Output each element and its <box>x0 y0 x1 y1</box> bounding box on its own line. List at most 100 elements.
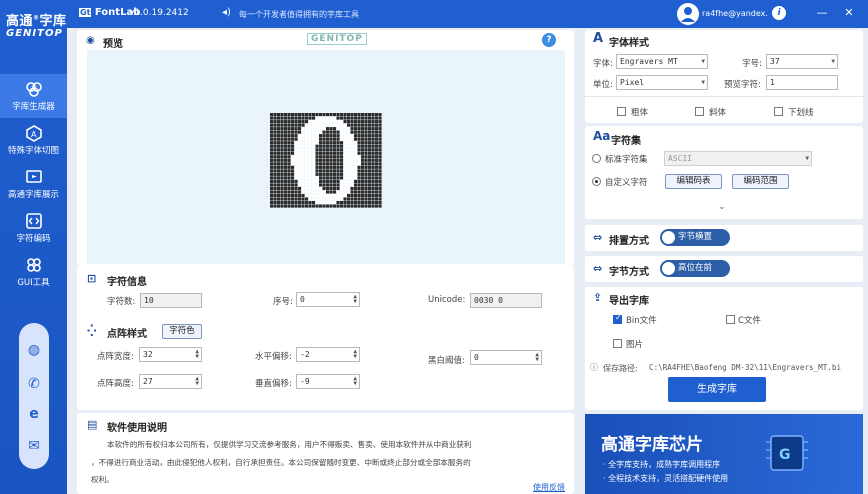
underline-checkbox[interactable] <box>774 107 783 116</box>
dot-on <box>298 169 302 173</box>
dot-on <box>347 176 351 180</box>
dot-off <box>354 123 358 127</box>
dot-on <box>347 148 351 152</box>
spin-arrows-icon[interactable]: ▲ ▼ <box>195 376 199 387</box>
spin-arrows-icon[interactable]: ▲ ▼ <box>353 349 357 360</box>
sidebar-item-special-font[interactable]: A 特殊字体切图 <box>0 118 67 162</box>
sidebar-item-char-encoding[interactable]: 字符编码 <box>0 206 67 250</box>
layout-toggle[interactable]: 字节横置 <box>660 229 730 246</box>
dot-height-stepper[interactable]: 27 ▲ ▼ <box>139 374 202 389</box>
font-select[interactable]: Engravers MT ▼ <box>616 54 708 69</box>
standard-charset-radio[interactable] <box>592 154 601 163</box>
size-select[interactable]: 37 ▼ <box>766 54 838 69</box>
dot-off <box>273 165 277 169</box>
spin-arrows-icon[interactable]: ▲ ▼ <box>353 376 357 387</box>
dot-off <box>333 127 337 131</box>
avatar[interactable] <box>677 3 699 25</box>
phone-icon[interactable]: ✆ <box>25 375 43 393</box>
dot-off <box>298 127 302 131</box>
dot-off <box>364 130 368 134</box>
dot-off <box>361 162 365 166</box>
dot-off <box>287 141 291 145</box>
dot-off <box>305 113 309 117</box>
dot-off <box>329 169 333 173</box>
dot-off <box>277 151 281 155</box>
dot-on <box>326 193 330 198</box>
dot-on <box>315 141 319 145</box>
dot-off <box>333 176 337 180</box>
custom-charset-radio[interactable] <box>592 177 601 186</box>
italic-checkbox[interactable] <box>695 107 704 116</box>
minimize-button[interactable]: — <box>815 6 829 20</box>
dot-off <box>329 127 333 131</box>
bin-file-checkbox[interactable] <box>613 313 622 324</box>
dot-off <box>270 169 274 173</box>
font-label: 字体: <box>593 59 613 69</box>
preview-char-input[interactable]: 1 <box>766 75 838 90</box>
image-checkbox[interactable] <box>613 339 622 348</box>
h-offset-stepper[interactable]: -2 ▲ ▼ <box>296 347 360 362</box>
dot-on <box>308 197 312 201</box>
c-file-checkbox[interactable] <box>726 315 735 324</box>
dot-on <box>329 120 333 124</box>
double-chevron-down-icon[interactable]: ⌄ <box>718 202 726 212</box>
sidebar-item-font-display[interactable]: 高通字库展示 <box>0 162 67 206</box>
spin-arrows-icon[interactable]: ▲ ▼ <box>353 294 357 305</box>
dot-off <box>319 179 323 183</box>
chip-ad-banner[interactable]: 高通字库芯片 · 全字库支持，成熟字库调用程序 · 全程技术支持，灵活搭配硬件使… <box>585 414 863 494</box>
chevron-down-icon[interactable]: ▼ <box>701 59 705 65</box>
dot-off <box>287 120 291 124</box>
edit-code-table-button[interactable]: 编辑码表 <box>665 174 722 189</box>
document-icon: ▤ <box>87 418 98 431</box>
dot-off <box>364 116 368 120</box>
dot-off <box>357 130 361 134</box>
index-label: 序号: <box>273 297 293 307</box>
dot-off <box>298 130 302 134</box>
browser-icon[interactable]: e <box>25 405 43 423</box>
dot-on <box>312 134 316 138</box>
dot-off <box>343 200 347 205</box>
usage-panel: ▤ 软件使用说明 本软件的所有权归本公司所有，仅提供学习交流参考服务，用户不得贩… <box>77 413 574 494</box>
dot-off <box>315 169 319 173</box>
dot-off <box>301 113 305 117</box>
spin-arrows-icon[interactable]: ▲ ▼ <box>535 352 539 363</box>
chevron-down-icon[interactable]: ▼ <box>831 59 835 65</box>
generate-font-button[interactable]: 生成字库 <box>668 377 766 402</box>
dot-off <box>368 116 372 120</box>
dot-on <box>298 148 302 152</box>
dot-width-stepper[interactable]: 32 ▲ ▼ <box>139 347 202 362</box>
v-offset-stepper[interactable]: -9 ▲ ▼ <box>296 374 360 389</box>
unit-select[interactable]: Pixel ▼ <box>616 75 708 90</box>
dot-on <box>312 158 316 162</box>
threshold-stepper[interactable]: 0 ▲ ▼ <box>470 350 542 365</box>
dot-off <box>315 172 319 176</box>
info-icon[interactable]: i <box>772 6 786 20</box>
close-button[interactable]: ✕ <box>842 6 856 20</box>
dot-off <box>336 155 340 159</box>
dot-off <box>284 141 288 145</box>
help-icon[interactable]: ? <box>542 33 556 47</box>
byte-order-toggle[interactable]: 高位在前 <box>660 260 730 277</box>
dot-off <box>333 162 337 166</box>
code-range-button[interactable]: 编码范围 <box>732 174 789 189</box>
dot-off <box>361 172 365 176</box>
feedback-link[interactable]: 使用反馈 <box>533 482 565 493</box>
wechat-icon[interactable]: ◍ <box>25 341 43 359</box>
sidebar-item-font-generator[interactable]: 字库生成器 <box>0 74 67 118</box>
bold-checkbox[interactable] <box>617 107 626 116</box>
dot-off <box>340 113 344 117</box>
sidebar-item-gui-tools[interactable]: GUI工具 <box>0 250 67 294</box>
mail-icon[interactable]: ✉ <box>25 437 43 455</box>
dot-off <box>287 144 291 148</box>
char-color-button[interactable]: 字符色 <box>162 324 202 339</box>
dot-off <box>378 130 382 134</box>
index-stepper[interactable]: 0 ▲ ▼ <box>296 292 360 307</box>
spin-arrows-icon[interactable]: ▲ ▼ <box>195 349 199 360</box>
dot-off <box>284 204 288 208</box>
dot-off <box>354 197 358 201</box>
dot-off <box>336 176 340 180</box>
chevron-down-icon[interactable]: ▼ <box>701 80 705 86</box>
dot-on <box>305 158 309 162</box>
dot-on <box>357 158 361 162</box>
save-path-value[interactable]: C:\RA4FHE\Baofeng DM-32\11\Engravers_MT.… <box>649 363 859 372</box>
